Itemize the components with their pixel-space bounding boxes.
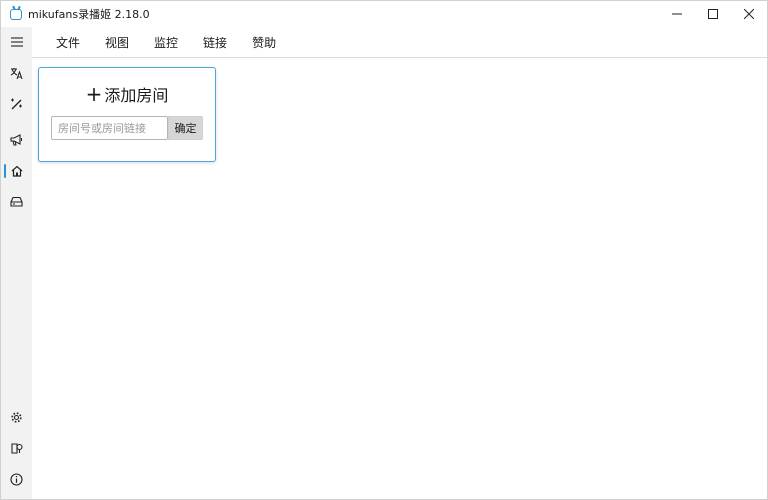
maximize-button[interactable] — [695, 1, 731, 27]
sidebar — [1, 27, 32, 499]
room-id-input[interactable] — [51, 116, 168, 140]
hamburger-menu-icon — [10, 37, 23, 47]
add-room-title: 添加房间 — [104, 86, 169, 105]
sidebar-item-home[interactable] — [1, 158, 32, 184]
info-icon — [10, 472, 23, 486]
active-indicator — [4, 164, 6, 178]
home-icon — [11, 165, 22, 177]
window-title: mikufans录播姬 2.18.0 — [28, 8, 150, 21]
menu-sponsor[interactable]: 赞助 — [248, 31, 280, 54]
menu-bar: 文件 视图 监控 链接 赞助 — [32, 27, 767, 58]
minimize-icon — [672, 13, 682, 15]
app-window: mikufans录播姬 2.18.0 文件 视图 监控 链接 赞助 + 添加房间… — [0, 0, 768, 500]
logs-icon — [11, 442, 23, 454]
confirm-button[interactable]: 确定 — [168, 116, 203, 140]
add-room-heading: + 添加房间 — [39, 82, 215, 106]
menu-view[interactable]: 视图 — [101, 31, 133, 54]
close-icon — [744, 9, 754, 19]
maximize-icon — [708, 9, 718, 19]
sidebar-item-toolbox[interactable] — [1, 90, 32, 116]
settings-gear-icon — [11, 411, 22, 423]
sidebar-item-language[interactable] — [1, 60, 32, 86]
menu-file[interactable]: 文件 — [52, 31, 84, 54]
sidebar-item-about[interactable] — [1, 466, 32, 492]
sidebar-toggle-button[interactable] — [1, 29, 32, 55]
sidebar-item-settings[interactable] — [1, 404, 32, 430]
translate-icon — [10, 67, 23, 79]
storage-drive-icon — [10, 196, 23, 207]
minimize-button[interactable] — [659, 1, 695, 27]
sidebar-item-storage[interactable] — [1, 188, 32, 214]
magic-wand-icon — [11, 98, 22, 109]
add-room-card: + 添加房间 确定 — [38, 67, 216, 162]
sidebar-item-announcement[interactable] — [1, 127, 32, 153]
sidebar-item-logs[interactable] — [1, 435, 32, 461]
menu-links[interactable]: 链接 — [199, 31, 231, 54]
app-logo-icon — [10, 8, 22, 20]
megaphone-icon — [10, 134, 22, 146]
title-bar[interactable]: mikufans录播姬 2.18.0 — [1, 1, 767, 27]
close-button[interactable] — [731, 1, 767, 27]
plus-icon: + — [85, 82, 103, 106]
window-controls — [659, 1, 767, 27]
menu-monitor[interactable]: 监控 — [150, 31, 182, 54]
room-list-area: + 添加房间 确定 — [32, 59, 767, 499]
